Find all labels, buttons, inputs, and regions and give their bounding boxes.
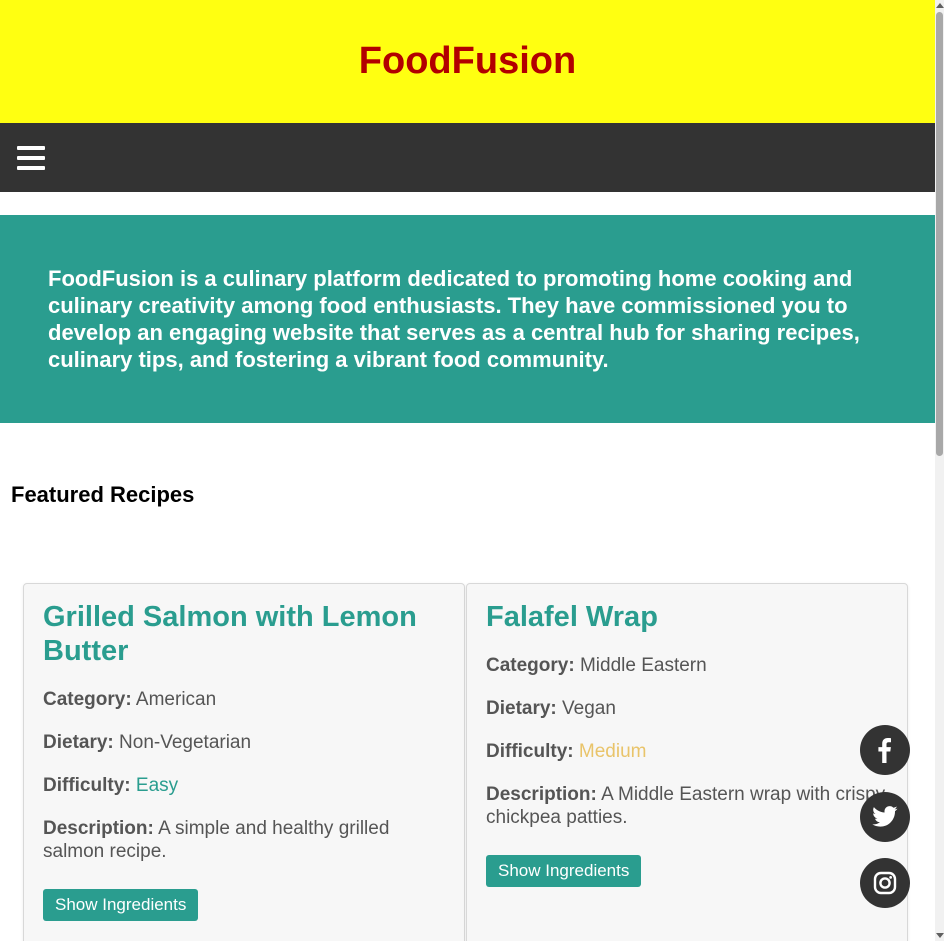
difficulty-label: Difficulty:	[486, 741, 574, 762]
navbar	[0, 123, 935, 192]
scroll-down-icon[interactable]	[936, 933, 944, 938]
recipe-category: Category: Middle Eastern	[486, 654, 888, 677]
scroll-up-icon[interactable]	[936, 3, 944, 8]
recipe-title: Falafel Wrap	[486, 601, 658, 633]
dietary-value: Vegan	[562, 698, 616, 719]
show-ingredients-button[interactable]: Show Ingredients	[486, 855, 642, 887]
twitter-glyph	[872, 806, 898, 827]
scrollbar-thumb[interactable]	[936, 12, 943, 456]
difficulty-label: Difficulty:	[43, 775, 131, 796]
page: FoodFusion FoodFusion is a culinary plat…	[0, 0, 935, 941]
description-label: Description:	[486, 784, 597, 805]
recipe-title: Grilled Salmon with Lemon Butter	[43, 601, 417, 667]
difficulty-value: Easy	[135, 775, 179, 796]
recipe-dietary: Dietary: Non-Vegetarian	[43, 731, 445, 754]
intro-text: FoodFusion is a culinary platform dedica…	[48, 266, 860, 372]
recipe-difficulty: Difficulty: Medium	[486, 740, 888, 763]
recipe-category: Category: American	[43, 688, 445, 711]
description-label: Description:	[43, 818, 154, 839]
hamburger-line	[17, 155, 45, 160]
facebook-glyph	[878, 738, 891, 763]
recipe-card: Grilled Salmon with Lemon Butter Categor…	[23, 583, 465, 941]
scrollbar[interactable]	[935, 0, 944, 941]
recipe-difficulty: Difficulty: Easy	[43, 774, 445, 797]
recipe-cards: Grilled Salmon with Lemon Butter Categor…	[23, 583, 908, 941]
instagram-icon[interactable]	[860, 858, 910, 908]
intro-banner: FoodFusion is a culinary platform dedica…	[0, 215, 935, 423]
recipe-dietary: Dietary: Vegan	[486, 697, 888, 720]
show-ingredients-button[interactable]: Show Ingredients	[43, 889, 199, 921]
dietary-label: Dietary:	[486, 698, 557, 719]
difficulty-value: Medium	[578, 741, 647, 762]
hamburger-line	[17, 165, 45, 170]
hamburger-menu-icon[interactable]	[17, 145, 45, 170]
dietary-value: Non-Vegetarian	[119, 732, 252, 753]
category-value: American	[135, 689, 217, 710]
recipe-description: Description: A simple and healthy grille…	[43, 817, 445, 863]
category-label: Category:	[43, 689, 132, 710]
facebook-icon[interactable]	[860, 725, 910, 775]
hamburger-line	[17, 145, 45, 150]
featured-recipes-heading: Featured Recipes	[11, 482, 195, 507]
category-label: Category:	[486, 655, 575, 676]
site-header: FoodFusion	[0, 0, 935, 123]
recipe-card: Falafel Wrap Category: Middle Eastern Di…	[466, 583, 908, 941]
instagram-glyph	[873, 871, 897, 895]
recipe-description: Description: A Middle Eastern wrap with …	[486, 783, 888, 829]
twitter-icon[interactable]	[860, 792, 910, 842]
dietary-label: Dietary:	[43, 732, 114, 753]
category-value: Middle Eastern	[579, 655, 707, 676]
site-title: FoodFusion	[358, 40, 577, 82]
